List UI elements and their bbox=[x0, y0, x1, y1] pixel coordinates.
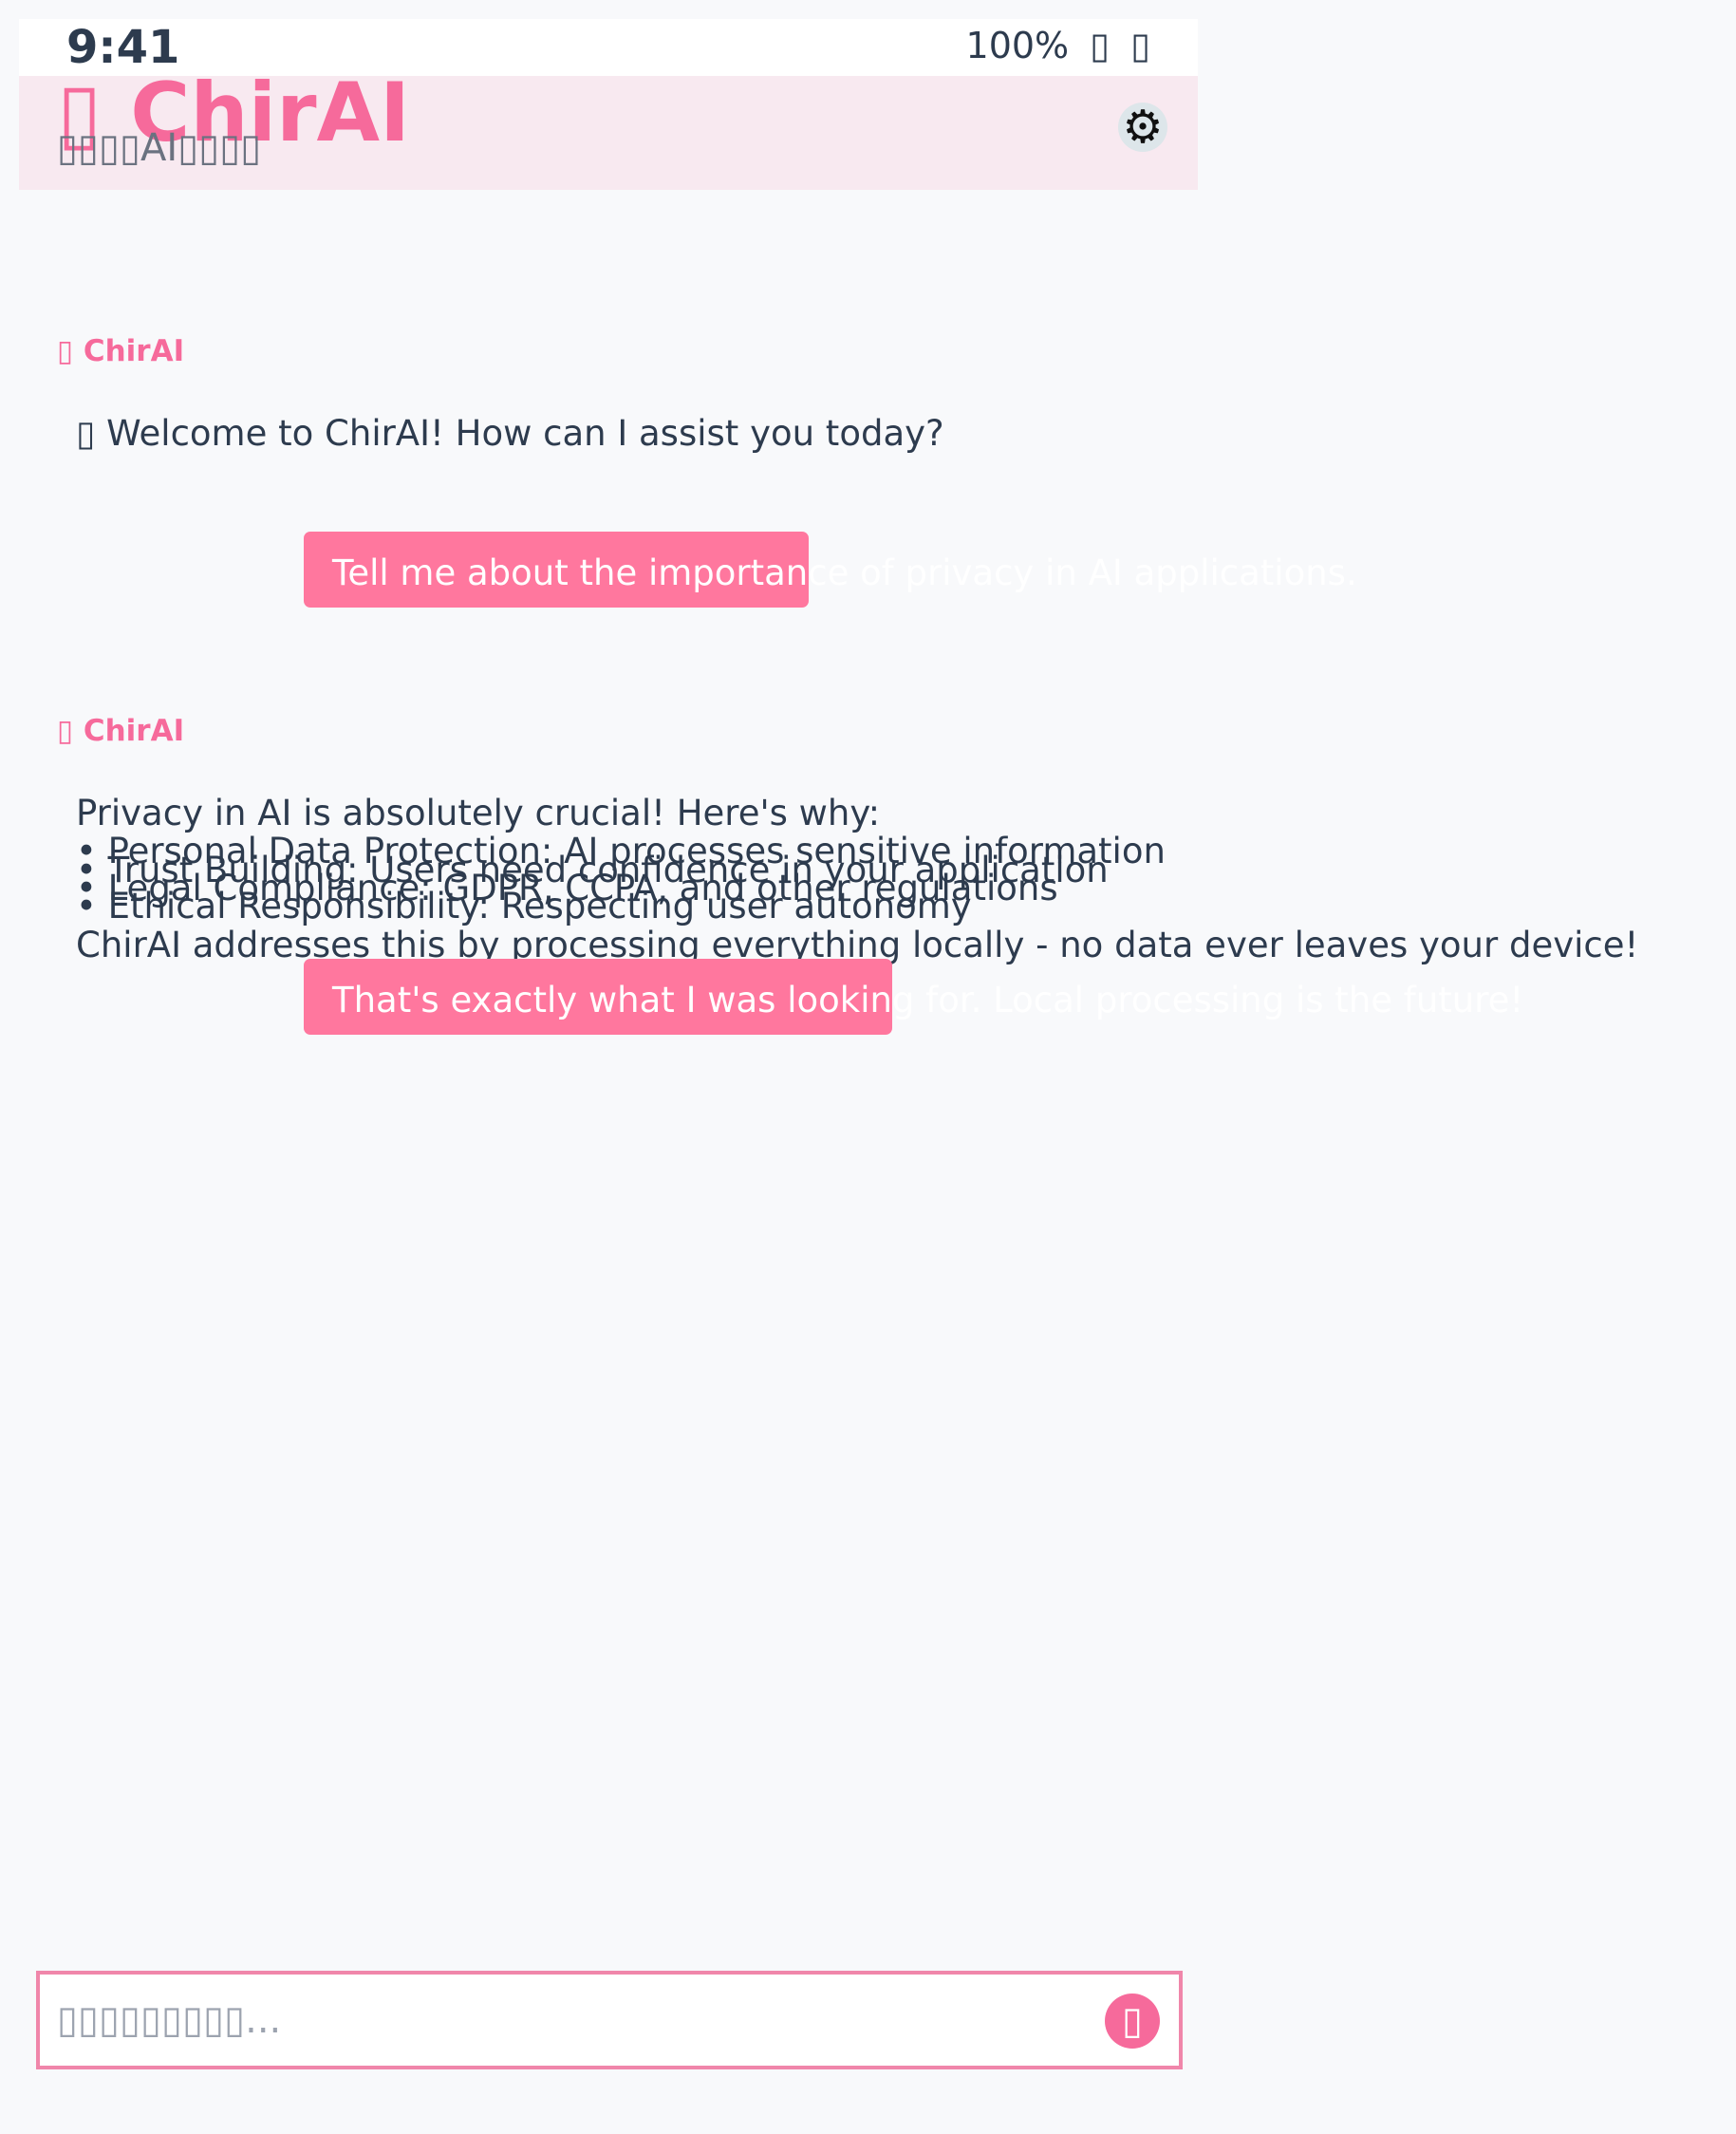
gear-icon: ⚙ bbox=[1122, 101, 1164, 154]
signal-icon: ▯ bbox=[1090, 25, 1111, 66]
message-input-bar: ▯ bbox=[36, 1971, 1183, 2069]
battery-level: 100% bbox=[965, 25, 1070, 66]
user-message-text: That's exactly what I was looking for. L… bbox=[332, 980, 1524, 1020]
message-input[interactable] bbox=[57, 1995, 1082, 2045]
list-item: • Ethical Responsibility: Respecting use… bbox=[76, 886, 972, 927]
message-sender: ▯ ChirAI bbox=[57, 334, 185, 368]
send-button[interactable]: ▯ bbox=[1105, 1994, 1160, 2049]
status-indicators: 100% ▯ ▯ bbox=[966, 25, 1150, 68]
user-message-bubble: That's exactly what I was looking for. L… bbox=[304, 959, 1523, 1035]
assistant-message-intro: Privacy in AI is absolutely crucial! Her… bbox=[76, 793, 881, 833]
send-icon: ▯ bbox=[1121, 1999, 1143, 2043]
user-message-text: Tell me about the importance of privacy … bbox=[332, 552, 1357, 593]
message-sender: ▯ ChirAI bbox=[57, 714, 185, 748]
app-header: ▯ ChirAI ▯▯▯▯AI▯▯▯▯ ⚙ bbox=[19, 66, 1198, 190]
wifi-icon: ▯ bbox=[1130, 25, 1150, 66]
settings-button[interactable]: ⚙ bbox=[1118, 103, 1167, 152]
assistant-message-text: ▯ Welcome to ChirAI! How can I assist yo… bbox=[76, 413, 944, 454]
app-subtitle: ▯▯▯▯AI▯▯▯▯ bbox=[57, 126, 262, 170]
user-message-bubble: Tell me about the importance of privacy … bbox=[304, 532, 1357, 608]
